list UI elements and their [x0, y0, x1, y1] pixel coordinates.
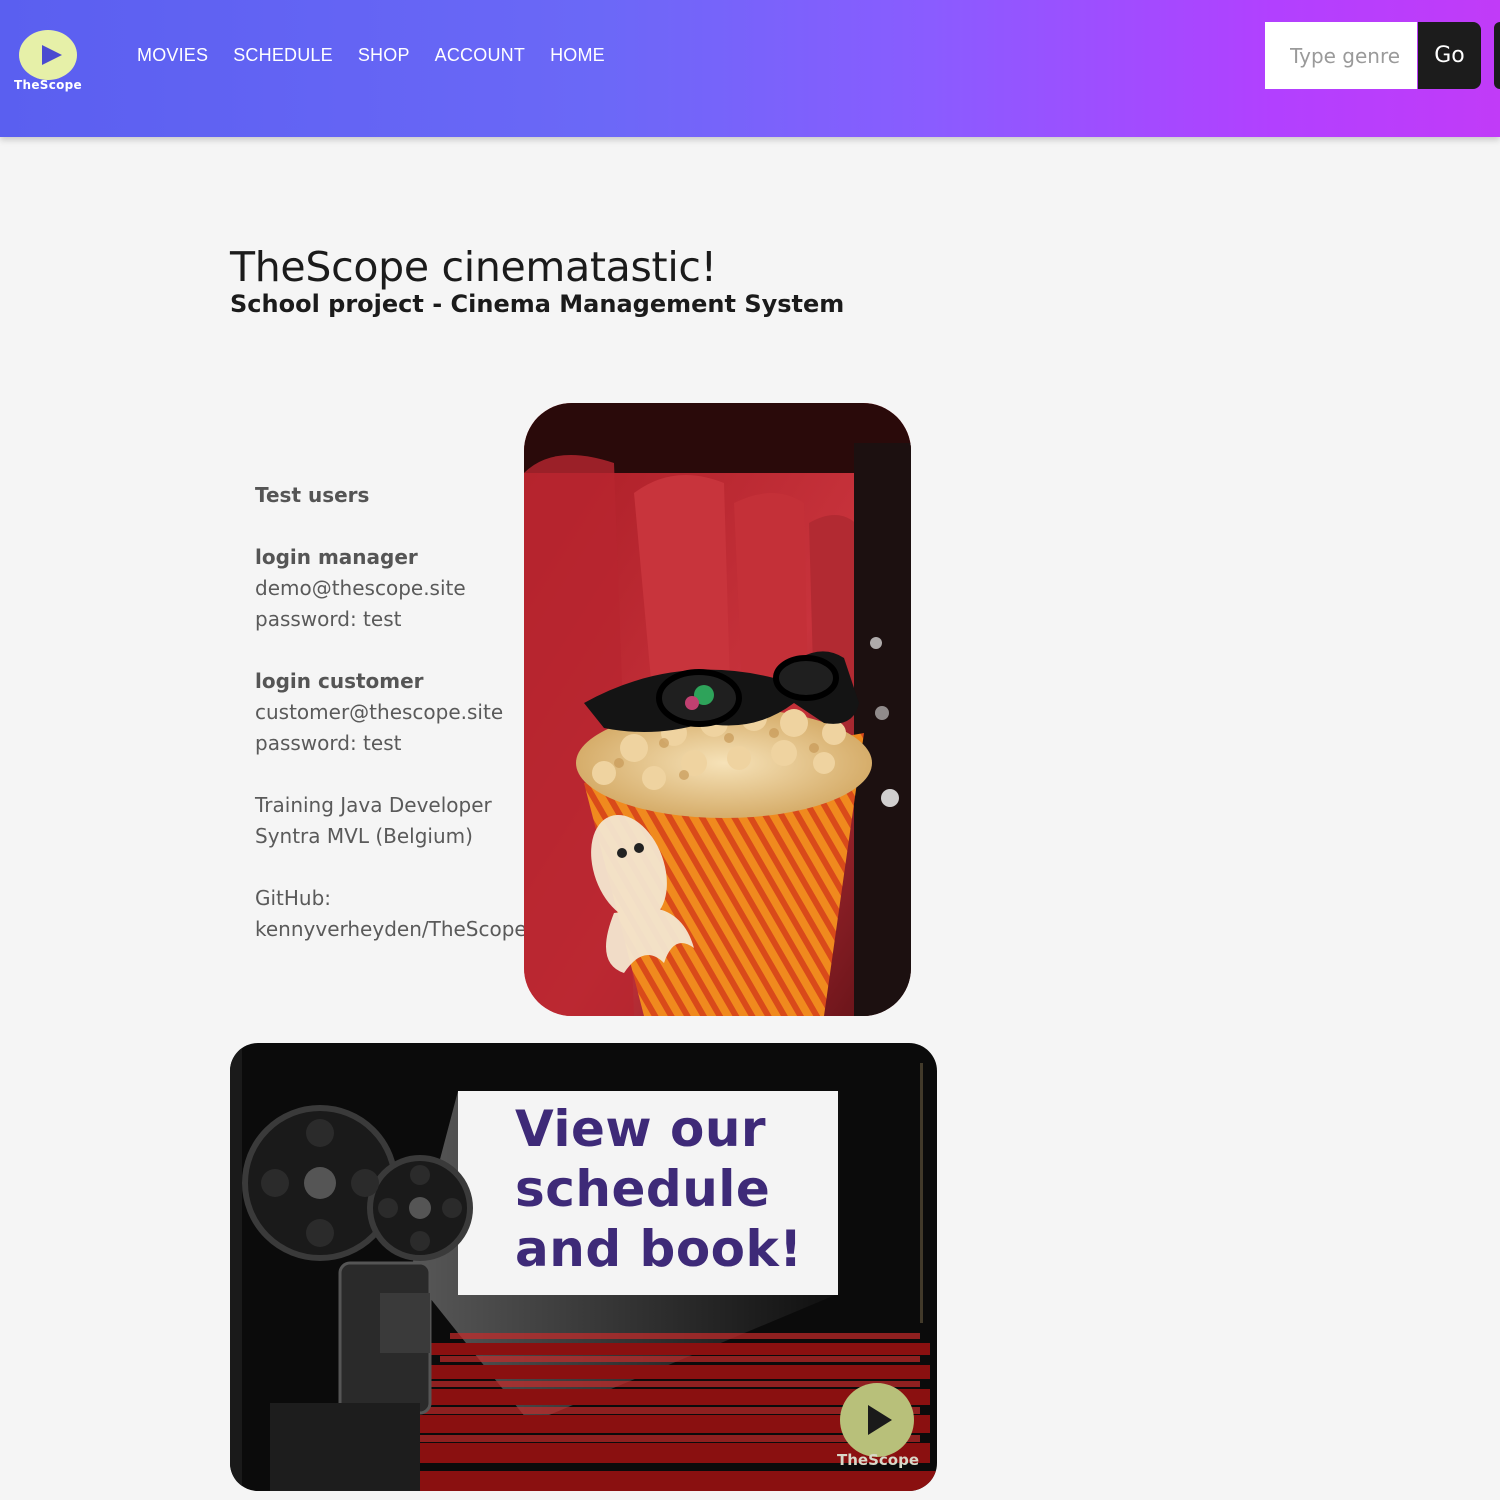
popcorn-image — [524, 403, 911, 1016]
info-heading: Test users — [255, 483, 370, 507]
nav-shop[interactable]: SHOP — [358, 45, 410, 66]
customer-password: password: test — [255, 731, 402, 755]
page-title: TheScope cinematastic! — [230, 243, 717, 291]
logo-link[interactable]: TheScope — [10, 28, 86, 98]
github-repo: kennyverheyden/TheScope — [255, 917, 527, 941]
manager-email: demo@thescope.site — [255, 576, 466, 600]
nav-home[interactable]: HOME — [550, 45, 605, 66]
banner-headline: View our schedule and book! — [515, 1099, 845, 1279]
manager-label: login manager — [255, 545, 418, 569]
customer-credentials: login customer customer@thescope.site pa… — [255, 666, 515, 759]
play-icon — [42, 45, 62, 65]
nav-account[interactable]: ACCOUNT — [435, 45, 525, 66]
github-label: GitHub: — [255, 886, 332, 910]
banner-line-1: View our — [515, 1100, 767, 1158]
genre-search-input[interactable] — [1265, 22, 1417, 89]
customer-label: login customer — [255, 669, 424, 693]
banner-logo-text: TheScope — [837, 1451, 919, 1469]
training-info: Training Java Developer Syntra MVL (Belg… — [255, 790, 515, 852]
training-line-1: Training Java Developer — [255, 793, 492, 817]
schedule-banner[interactable]: View our schedule and book! TheScope — [230, 1043, 937, 1491]
top-navbar: TheScope MOVIES SCHEDULE SHOP ACCOUNT HO… — [0, 0, 1500, 137]
customer-email: customer@thescope.site — [255, 700, 504, 724]
manager-password: password: test — [255, 607, 402, 631]
test-users-panel: Test users login manager demo@thescope.s… — [255, 480, 527, 976]
training-line-2: Syntra MVL (Belgium) — [255, 824, 473, 848]
go-button[interactable]: Go — [1418, 22, 1481, 89]
page-subtitle: School project - Cinema Management Syste… — [230, 290, 845, 318]
nav-movies[interactable]: MOVIES — [137, 45, 208, 66]
main-nav: MOVIES SCHEDULE SHOP ACCOUNT HOME — [137, 45, 605, 66]
logo-text: TheScope — [14, 78, 82, 92]
manager-credentials: login manager demo@thescope.site passwor… — [255, 542, 515, 635]
nav-schedule[interactable]: SCHEDULE — [233, 45, 333, 66]
offscreen-button[interactable] — [1494, 22, 1500, 89]
banner-line-3: and book! — [515, 1220, 803, 1278]
banner-line-2: schedule — [515, 1160, 771, 1218]
github-info: GitHub: kennyverheyden/TheScope — [255, 883, 527, 945]
